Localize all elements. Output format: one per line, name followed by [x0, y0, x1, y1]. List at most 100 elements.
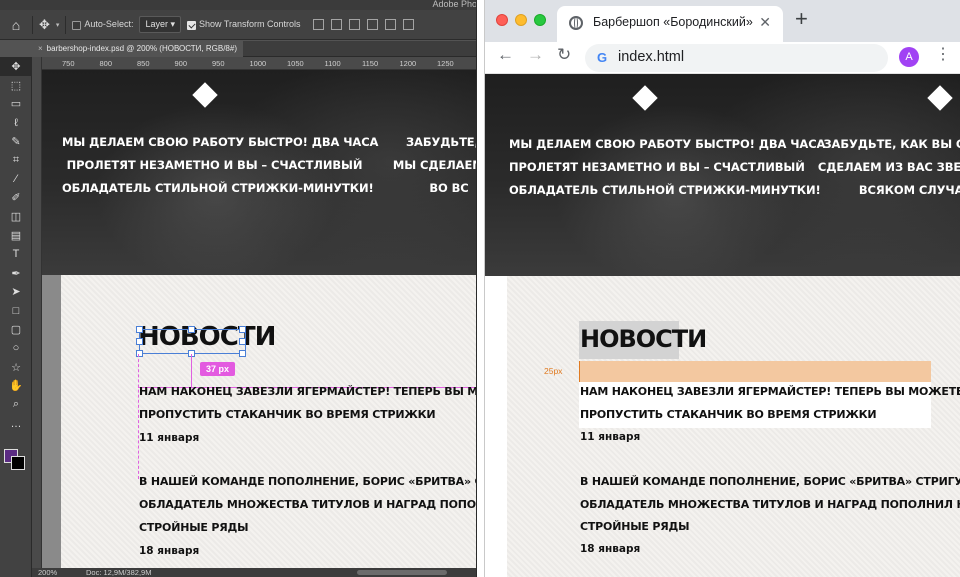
- transform-controls-checkbox[interactable]: Show Transform Controls: [187, 19, 301, 30]
- hero-section: МЫ ДЕЛАЕМ СВОЮ РАБОТУ БЫСТРО! ДВА ЧАСА П…: [42, 70, 477, 275]
- margin-highlight: [579, 361, 931, 382]
- transform-handle[interactable]: [239, 350, 246, 357]
- news-item-line: ПРОПУСТИТЬ СТАКАНЧИК ВО ВРЕМЯ СТРИЖКИ: [580, 408, 877, 421]
- crop-icon[interactable]: ⌗: [0, 151, 32, 170]
- hero-line: ЗАБУДЬТЕ, К: [405, 135, 477, 149]
- ruler-tick-label: 1100: [324, 59, 341, 68]
- diamond-icon: [927, 85, 953, 111]
- horizontal-scrollbar[interactable]: [357, 570, 447, 575]
- hero-line: ПРОЛЕТЯТ НЕЗАМЕТНО И ВЫ – СЧАСТЛИВЫЙ: [66, 158, 363, 172]
- news-item-line: В НАШЕЙ КОМАНДЕ ПОПОЛНЕНИЕ, БОРИС «БРИТВ…: [580, 475, 960, 488]
- ruler-tick-label: 900: [174, 59, 188, 68]
- minimize-window-button[interactable]: [515, 14, 527, 26]
- align-left-icon[interactable]: [312, 19, 324, 30]
- tab-title: Барбершоп «Бородинский»: [593, 15, 753, 29]
- divider: [32, 15, 33, 34]
- rectangle-icon[interactable]: □: [0, 301, 32, 320]
- news-item-line: ПРОПУСТИТЬ СТАКАНЧИК ВО ВРЕМЯ СТРИЖКИ: [139, 408, 436, 421]
- close-tab-icon[interactable]: ✕: [759, 14, 771, 31]
- quick-select-icon[interactable]: ✎: [0, 132, 32, 151]
- ruler-tick-label: 1150: [362, 59, 379, 68]
- new-tab-icon[interactable]: +: [795, 8, 808, 30]
- distance-measure-label: 37 px: [200, 362, 236, 376]
- news-section: [61, 275, 476, 568]
- browser-tab[interactable]: Барбершоп «Бородинский» ✕: [557, 6, 783, 42]
- layer-select[interactable]: Layer ▾: [139, 16, 181, 33]
- align-top-icon[interactable]: [366, 19, 378, 30]
- eraser-icon[interactable]: ◫: [0, 207, 32, 226]
- ruler-tick-label: 1200: [399, 59, 417, 68]
- ruler-tick-label: 850: [137, 59, 150, 68]
- pen-icon[interactable]: ✒: [0, 264, 32, 283]
- margin-size-label: 25px: [544, 366, 563, 376]
- hero-line: ВСЯКОМ СЛУЧАЕ: [858, 183, 960, 197]
- ruler-tick-label: 1050: [287, 59, 304, 68]
- lasso-icon[interactable]: ℓ: [0, 113, 32, 132]
- news-heading: НОВОСТИ: [580, 325, 707, 353]
- google-icon: G: [597, 50, 608, 65]
- type-icon[interactable]: T: [0, 245, 32, 264]
- eyedropper-icon[interactable]: ⁄: [0, 170, 32, 189]
- artboard-icon[interactable]: ⬚: [0, 76, 32, 95]
- move-icon[interactable]: ✥: [0, 57, 32, 76]
- home-icon[interactable]: ⌂: [6, 15, 26, 35]
- more-icon[interactable]: …: [0, 414, 32, 433]
- transform-handle[interactable]: [239, 338, 246, 345]
- path-select-icon[interactable]: ➤: [0, 283, 32, 302]
- rounded-rect-icon[interactable]: ▢: [0, 320, 32, 339]
- transform-handle[interactable]: [136, 326, 143, 333]
- canvas[interactable]: МЫ ДЕЛАЕМ СВОЮ РАБОТУ БЫСТРО! ДВА ЧАСА П…: [42, 70, 477, 568]
- hero-line: СДЕЛАЕМ ИЗ ВАС ЗВЕЗДУ ФУ: [817, 160, 960, 174]
- align-center-icon[interactable]: [330, 19, 342, 30]
- chevron-down-icon[interactable]: ▾: [56, 21, 60, 29]
- layer-select-value: Layer: [145, 19, 168, 29]
- profile-avatar[interactable]: A: [899, 47, 919, 67]
- doc-size[interactable]: Doc: 12,9M/382,9M: [86, 568, 151, 577]
- hero-text-right: ЗАБУДЬТЕ, КАК ВЫ СТРИГЛ СДЕЛАЕМ ИЗ ВАС З…: [815, 133, 960, 202]
- hand-icon[interactable]: ✋: [0, 377, 32, 396]
- status-bar: 200% Doc: 12,9M/382,9M: [32, 568, 476, 577]
- news-item-line: СТРОЙНЫЕ РЯДЫ: [580, 520, 690, 533]
- document-tab-title: barbershop-index.psd @ 200% (НОВОСТИ, RG…: [46, 44, 237, 53]
- auto-select-label: Auto-Select:: [84, 19, 134, 30]
- move-tool-preset-icon[interactable]: ✥: [39, 17, 50, 33]
- news-item-line: СТРОЙНЫЕ РЯДЫ: [139, 521, 249, 534]
- diamond-icon: [192, 82, 218, 108]
- align-middle-icon[interactable]: [384, 19, 396, 30]
- horizontal-ruler: 750 800 850 900 950 1000 1050 1100 1150 1200 1250: [42, 57, 476, 70]
- checkbox-checked-icon: [187, 20, 196, 30]
- document-tab[interactable]: × barbershop-index.psd @ 200% (НОВОСТИ, R…: [32, 41, 243, 57]
- url-text: index.html: [618, 49, 685, 65]
- back-icon[interactable]: ←: [497, 45, 514, 65]
- ruler-tick-label: 750: [62, 59, 75, 68]
- zoom-level[interactable]: 200%: [38, 568, 57, 577]
- checkbox-icon: [72, 20, 82, 30]
- marquee-icon[interactable]: ▭: [0, 95, 32, 114]
- forward-icon[interactable]: →: [527, 45, 544, 65]
- align-right-icon[interactable]: [348, 19, 360, 30]
- transform-handle[interactable]: [188, 326, 195, 333]
- background-color-swatch[interactable]: [11, 456, 25, 470]
- address-bar[interactable]: G index.html: [585, 44, 888, 72]
- news-item-line: ОБЛАДАТЕЛЬ МНОЖЕСТВА ТИТУЛОВ И НАГРАД ПО…: [139, 498, 476, 511]
- news-item-line: НАМ НАКОНЕЦ ЗАВЕЗЛИ ЯГЕРМАЙСТЕР! ТЕПЕРЬ …: [139, 385, 477, 398]
- close-icon[interactable]: ×: [38, 44, 43, 53]
- transform-handle[interactable]: [136, 338, 143, 345]
- auto-select-checkbox[interactable]: Auto-Select:: [72, 19, 134, 30]
- measure-guide: [191, 354, 192, 388]
- more-menu-icon[interactable]: ⋮: [935, 46, 951, 64]
- zoom-icon[interactable]: ⌕: [0, 395, 32, 414]
- margin-indicator: [579, 361, 580, 382]
- close-window-button[interactable]: [496, 14, 508, 26]
- brush-icon[interactable]: ✐: [0, 189, 32, 208]
- diamond-icon: [632, 85, 658, 111]
- transform-handle[interactable]: [239, 326, 246, 333]
- align-bottom-icon[interactable]: [402, 19, 414, 30]
- reload-icon[interactable]: ↻: [557, 45, 571, 65]
- custom-shape-icon[interactable]: ☆: [0, 358, 32, 377]
- ellipse-icon[interactable]: ○: [0, 339, 32, 358]
- hero-text-right: ЗАБУДЬТЕ, К МЫ СДЕЛАЕМ ИЗ ВО ВС: [384, 131, 477, 200]
- gradient-icon[interactable]: ▤: [0, 226, 32, 245]
- maximize-window-button[interactable]: [534, 14, 546, 26]
- ruler-tick-label: 800: [99, 59, 113, 68]
